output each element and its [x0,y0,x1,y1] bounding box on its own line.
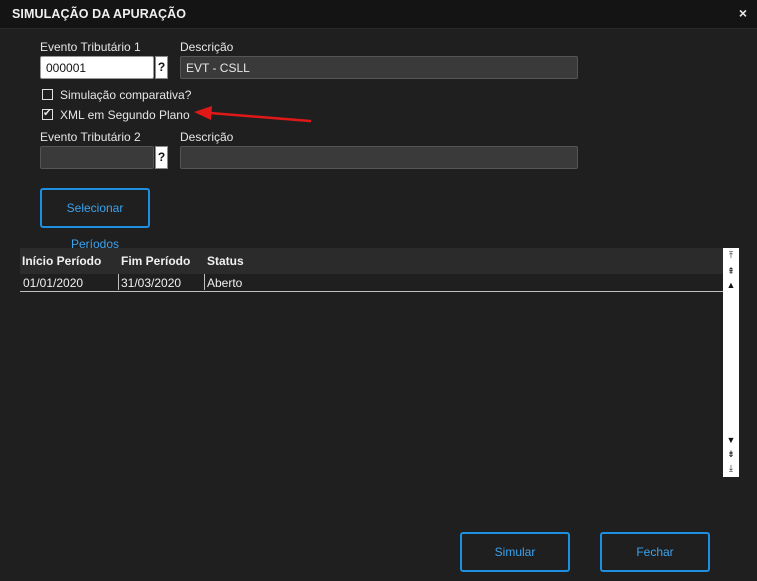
simulacao-dialog: SIMULAÇÃO DA APURAÇÃO × Evento Tributári… [0,0,757,581]
descricao1-label: Descrição [180,40,234,54]
evento2-label: Evento Tributário 2 [40,130,141,144]
grid-header: Início Período Fim Período Status [20,248,723,274]
xml-segundo-plano-label: XML em Segundo Plano [60,108,190,122]
xml-segundo-plano-checkbox[interactable]: ✔ [42,108,53,120]
cell-status: Aberto [207,276,243,290]
evento1-label: Evento Tributário 1 [40,40,141,54]
column-header-inicio[interactable]: Início Período [22,254,101,268]
scroll-bottom-icon[interactable]: ⤓ [723,462,739,475]
descricao2-field [180,146,578,169]
descricao1-field [180,56,578,79]
simulacao-comparativa-label: Simulação comparativa? [60,88,192,102]
scroll-page-up-icon[interactable]: ⇞ [723,265,739,278]
title-bar: SIMULAÇÃO DA APURAÇÃO × [0,0,757,29]
periodos-grid: Início Período Fim Período Status 01/01/… [20,248,739,477]
evento2-input[interactable] [40,146,154,169]
descricao2-label: Descrição [180,130,234,144]
checkmark-icon: ✔ [43,108,52,119]
cell-divider [204,274,205,290]
table-row[interactable]: 01/01/2020 31/03/2020 Aberto [20,274,723,292]
dialog-title: SIMULAÇÃO DA APURAÇÃO [12,7,187,21]
cell-inicio: 01/01/2020 [23,276,84,290]
scroll-up-icon[interactable]: ▲ [723,279,739,292]
scroll-top-icon[interactable]: ⤒ [723,249,739,262]
close-icon[interactable]: × [739,5,747,21]
scroll-down-icon[interactable]: ▼ [723,434,739,447]
column-header-fim[interactable]: Fim Período [121,254,190,268]
evento1-help-button[interactable]: ? [155,56,168,79]
cell-fim: 31/03/2020 [121,276,182,290]
grid-scrollbar[interactable]: ⤒ ⇞ ▲ ▼ ⇟ ⤓ [723,248,739,477]
fechar-button[interactable]: Fechar [600,532,710,572]
cell-divider [118,274,119,290]
simulacao-comparativa-checkbox[interactable] [42,89,53,100]
scroll-page-down-icon[interactable]: ⇟ [723,448,739,461]
simular-button[interactable]: Simular [460,532,570,572]
selecionar-periodos-button[interactable]: Selecionar Períodos [40,188,150,251]
evento2-help-button[interactable]: ? [155,146,168,169]
evento1-input[interactable] [40,56,154,79]
column-header-status[interactable]: Status [207,254,244,268]
